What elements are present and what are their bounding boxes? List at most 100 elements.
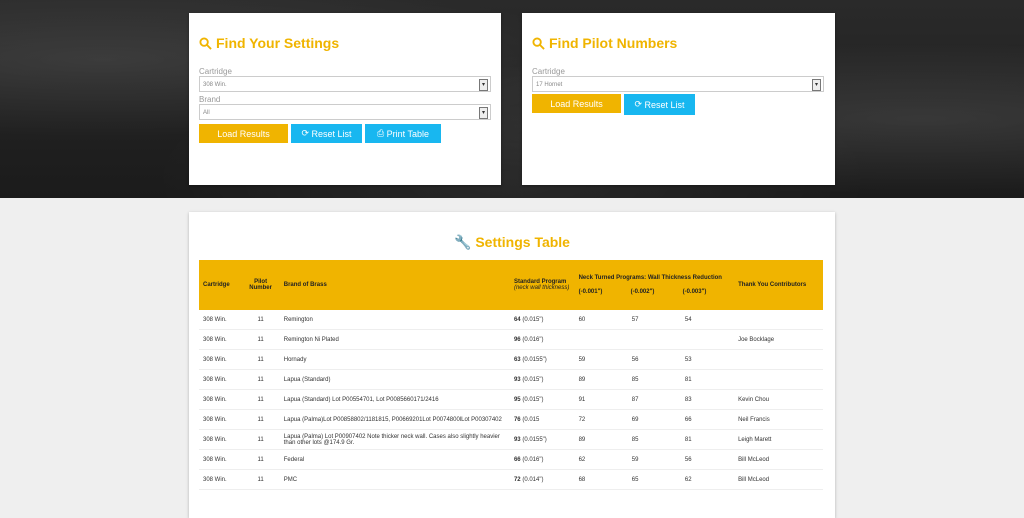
header-standard: Standard Program (neck wall thickness) bbox=[509, 260, 575, 310]
header-neck-c: (-0.003") bbox=[682, 289, 707, 295]
settings-table-title-text: Settings Table bbox=[475, 234, 570, 250]
header-neck-text: Neck Turned Programs: Wall Thickness Red… bbox=[578, 275, 722, 281]
cell-contributor bbox=[734, 369, 823, 390]
cell-standard: 64 (0.015") bbox=[509, 310, 575, 330]
pilot-cartridge-select[interactable]: 17 Hornet ▾ bbox=[532, 76, 824, 92]
cell-neck-a bbox=[574, 329, 628, 350]
cell-brand: Lapua (Standard) Lot P00554701, Lot P008… bbox=[279, 389, 510, 410]
search-icon bbox=[532, 36, 545, 50]
header-neck-b: (-0.002") bbox=[630, 289, 655, 295]
cell-standard-number: 66 bbox=[513, 456, 521, 463]
cell-contributor: Leigh Marett bbox=[734, 429, 823, 450]
find-settings-title-text: Find Your Settings bbox=[216, 35, 340, 51]
cell-standard-number: 72 bbox=[513, 476, 521, 483]
cell-neck-c bbox=[680, 329, 735, 350]
cell-pilot: 11 bbox=[241, 469, 280, 490]
cell-neck-a: 72 bbox=[574, 409, 628, 430]
cell-brand: Federal bbox=[279, 449, 510, 470]
cell-neck-c: 66 bbox=[680, 409, 735, 430]
cell-neck-b: 57 bbox=[627, 310, 681, 330]
cell-pilot: 11 bbox=[241, 409, 280, 430]
print-icon: ⎙ bbox=[376, 128, 385, 138]
cell-pilot: 11 bbox=[241, 449, 280, 470]
print-table-button[interactable]: ⎙ Print Table bbox=[365, 124, 441, 143]
cell-standard: 93 (0.0155") bbox=[509, 429, 575, 450]
cell-standard-number: 63 bbox=[513, 356, 521, 363]
cell-neck-c: 62 bbox=[680, 469, 735, 490]
brand-select-value: All bbox=[203, 110, 210, 116]
cell-neck-c: 83 bbox=[680, 389, 735, 410]
cell-pilot: 11 bbox=[241, 349, 280, 370]
chalkboard-banner bbox=[0, 0, 1024, 198]
dropdown-arrow-icon[interactable]: ▾ bbox=[812, 79, 821, 91]
header-brand: Brand of Brass bbox=[279, 260, 510, 310]
cell-pilot: 11 bbox=[241, 369, 280, 390]
refresh-icon: ⟳ bbox=[301, 128, 309, 138]
pilot-cartridge-label: Cartridge bbox=[532, 67, 565, 76]
cell-cartridge: 308 Win. bbox=[199, 310, 242, 330]
cell-neck-c: 53 bbox=[680, 349, 735, 370]
cell-standard: 93 (0.015") bbox=[509, 369, 575, 390]
table-row: 308 Win. 11 Hornady 63 (0.0155") 59 56 5… bbox=[199, 349, 823, 370]
cell-standard-number: 76 bbox=[513, 416, 521, 423]
cell-neck-b: 69 bbox=[627, 409, 681, 430]
cell-neck-b: 65 bbox=[627, 469, 681, 490]
pilot-reset-list-button[interactable]: ⟳ Reset List bbox=[624, 94, 695, 115]
cell-standard-value: (0.015") bbox=[522, 396, 544, 403]
cell-cartridge: 308 Win. bbox=[199, 449, 242, 470]
settings-table-panel: 🔧 Settings Table Cartridge Pilot Number … bbox=[189, 212, 835, 518]
table-row: 308 Win. 11 PMC 72 (0.014") 68 65 62 Bil… bbox=[199, 469, 823, 490]
cell-contributor: Joe Bocklage bbox=[734, 329, 823, 350]
brand-select[interactable]: All ▾ bbox=[199, 104, 491, 120]
cell-contributor: Bill McLeod bbox=[734, 469, 823, 490]
cell-contributor bbox=[734, 349, 823, 370]
find-settings-title: Find Your Settings bbox=[199, 35, 339, 51]
cell-pilot: 11 bbox=[241, 329, 280, 350]
cell-brand: PMC bbox=[279, 469, 510, 490]
wrench-icon: 🔧 bbox=[454, 234, 472, 250]
cartridge-label: Cartridge bbox=[199, 67, 232, 76]
search-icon bbox=[199, 36, 212, 50]
cell-standard-number: 64 bbox=[513, 316, 521, 323]
cell-standard: 66 (0.016") bbox=[509, 449, 575, 470]
header-pilot: Pilot Number bbox=[241, 260, 280, 310]
cell-standard: 63 (0.0155") bbox=[509, 349, 575, 370]
cell-standard-number: 95 bbox=[513, 396, 521, 403]
cell-contributor: Kevin Chou bbox=[734, 389, 823, 410]
dropdown-arrow-icon[interactable]: ▾ bbox=[479, 79, 488, 91]
cell-contributor bbox=[734, 310, 823, 330]
cell-cartridge: 308 Win. bbox=[199, 369, 242, 390]
dropdown-arrow-icon[interactable]: ▾ bbox=[479, 107, 488, 119]
header-thanks: Thank You Contributors bbox=[734, 260, 823, 310]
cell-standard: 95 (0.015") bbox=[509, 389, 575, 410]
cell-cartridge: 308 Win. bbox=[199, 409, 242, 430]
cell-neck-b: 85 bbox=[627, 369, 681, 390]
settings-table-title: 🔧 Settings Table bbox=[189, 234, 835, 251]
load-results-label: Load Results bbox=[217, 128, 270, 139]
cell-cartridge: 308 Win. bbox=[199, 429, 242, 450]
cell-standard-value: (0.016") bbox=[522, 336, 544, 343]
cell-neck-c: 56 bbox=[680, 449, 735, 470]
cell-neck-b bbox=[627, 329, 681, 350]
cell-neck-a: 91 bbox=[574, 389, 628, 410]
cell-standard-value: (0.0155") bbox=[522, 356, 547, 363]
cell-neck-c: 81 bbox=[680, 429, 735, 450]
cell-brand: Lapua (Standard) bbox=[279, 369, 510, 390]
cell-standard-number: 96 bbox=[513, 336, 521, 343]
cell-standard-number: 93 bbox=[513, 436, 521, 443]
cell-standard-number: 93 bbox=[513, 376, 521, 383]
cell-standard-value: (0.016") bbox=[522, 456, 544, 463]
pilot-load-results-button[interactable]: Load Results bbox=[532, 94, 621, 113]
cartridge-select[interactable]: 308 Win. ▾ bbox=[199, 76, 491, 92]
pilot-reset-list-label: Reset List bbox=[644, 99, 685, 110]
find-settings-panel: Find Your Settings Cartridge 308 Win. ▾ … bbox=[189, 13, 501, 185]
load-results-button[interactable]: Load Results bbox=[199, 124, 288, 143]
cell-neck-a: 60 bbox=[574, 310, 628, 330]
find-pilot-panel: Find Pilot Numbers Cartridge 17 Hornet ▾… bbox=[522, 13, 835, 185]
print-table-label: Print Table bbox=[386, 128, 430, 139]
cell-neck-c: 81 bbox=[680, 369, 735, 390]
reset-list-button[interactable]: ⟳ Reset List bbox=[291, 124, 362, 143]
cell-neck-b: 85 bbox=[627, 429, 681, 450]
find-pilot-title-text: Find Pilot Numbers bbox=[549, 35, 678, 51]
cell-neck-a: 59 bbox=[574, 349, 628, 370]
